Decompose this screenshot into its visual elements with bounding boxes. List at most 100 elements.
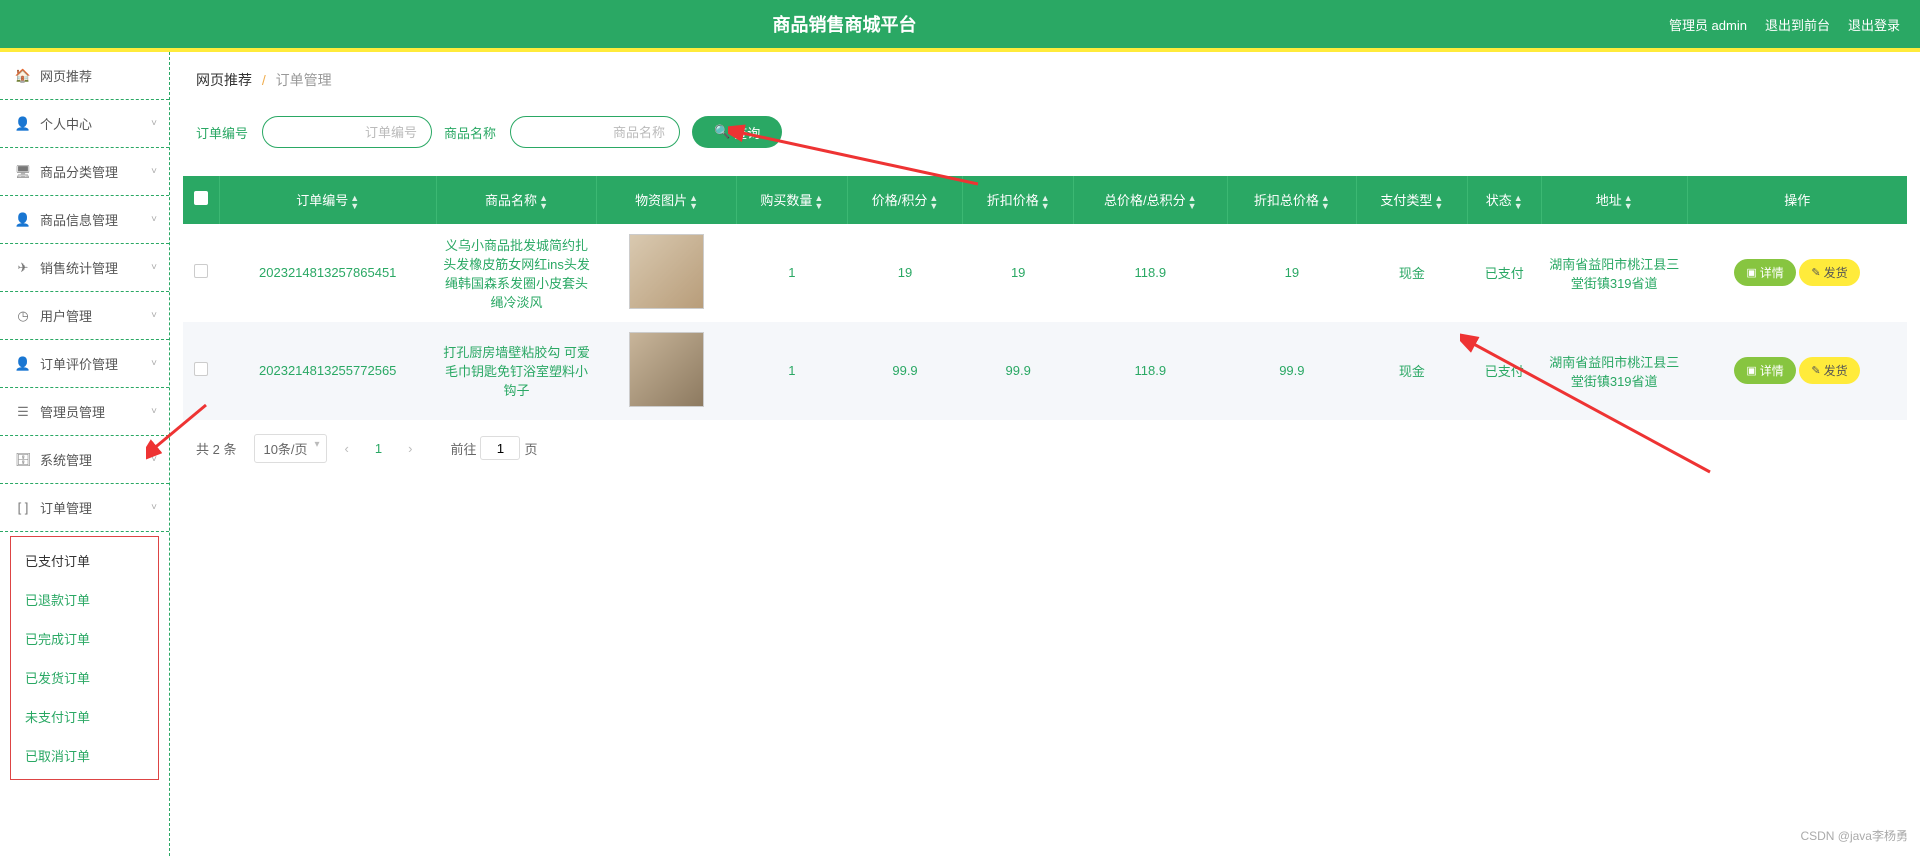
sidebar-item-product-info[interactable]: 👤 商品信息管理 ˅ (0, 196, 169, 244)
th-pay-type[interactable]: 支付类型▲▼ (1357, 176, 1468, 224)
select-all-checkbox[interactable] (194, 191, 208, 205)
send-icon: ✈ (16, 261, 30, 275)
sidebar-item-admins[interactable]: ☰ 管理员管理 ˅ (0, 388, 169, 436)
sidebar-item-stats[interactable]: ✈ 销售统计管理 ˅ (0, 244, 169, 292)
sort-icon: ▲▼ (1188, 194, 1197, 210)
chevron-down-icon: ˅ (151, 262, 157, 273)
goto-prefix: 前往 (450, 439, 476, 458)
submenu-refunded[interactable]: 已退款订单 (11, 580, 158, 619)
brackets-icon: [ ] (16, 501, 30, 515)
cell-discount: 99.9 (963, 322, 1074, 420)
sort-icon: ▲▼ (929, 194, 938, 210)
order-no-input[interactable] (262, 116, 432, 148)
product-name-input[interactable] (510, 116, 680, 148)
header-actions: 管理员 admin 退出到前台 退出登录 (1669, 15, 1900, 34)
sidebar-item-label: 销售统计管理 (40, 258, 118, 277)
sidebar-item-label: 个人中心 (40, 114, 92, 133)
cell-price: 99.9 (847, 322, 963, 420)
th-discount-total[interactable]: 折扣总价格▲▼ (1227, 176, 1356, 224)
sidebar-item-system[interactable]: 🗄 系统管理 ˅ (0, 436, 169, 484)
order-no-label: 订单编号 (196, 123, 248, 142)
cell-name: 义乌小商品批发城简约扎头发橡皮筋女网红ins头发绳韩国森系发圈小皮套头绳冷淡风 (436, 224, 596, 322)
sidebar-item-users[interactable]: ◷ 用户管理 ˅ (0, 292, 169, 340)
sidebar-item-reviews[interactable]: 👤 订单评价管理 ˅ (0, 340, 169, 388)
cell-discount-total: 19 (1227, 224, 1356, 322)
user-minus-icon: 👤 (16, 357, 30, 371)
th-address[interactable]: 地址▲▼ (1541, 176, 1687, 224)
edit-icon: ✎ (1811, 364, 1820, 377)
page-size-select[interactable]: 10条/页 (254, 434, 326, 463)
admin-label[interactable]: 管理员 admin (1669, 15, 1747, 34)
cell-price: 19 (847, 224, 963, 322)
watermark: CSDN @java李杨勇 (1800, 827, 1908, 844)
edit-icon: ✎ (1811, 266, 1820, 279)
sidebar-item-orders[interactable]: [ ] 订单管理 ˅ (0, 484, 169, 532)
cell-discount: 19 (963, 224, 1074, 322)
detail-button[interactable]: ▣详情 (1734, 357, 1795, 384)
breadcrumb-root[interactable]: 网页推荐 (196, 72, 252, 88)
chevron-down-icon: ˅ (151, 502, 157, 513)
row-checkbox[interactable] (194, 264, 208, 278)
query-button-label: 查询 (734, 123, 760, 142)
sidebar-item-category[interactable]: 🖥 商品分类管理 ˅ (0, 148, 169, 196)
cell-order-no: 2023214813257865451 (219, 224, 436, 322)
th-status[interactable]: 状态▲▼ (1467, 176, 1541, 224)
app-title: 商品销售商城平台 (20, 11, 1669, 37)
prev-page-button[interactable]: ‹ (339, 439, 355, 458)
chevron-down-icon: ˅ (151, 406, 157, 417)
th-image[interactable]: 物资图片▲▼ (597, 176, 737, 224)
th-discount[interactable]: 折扣价格▲▼ (963, 176, 1074, 224)
chevron-down-icon: ˅ (151, 310, 157, 321)
submenu-shipped[interactable]: 已发货订单 (11, 658, 158, 697)
ship-button[interactable]: ✎发货 (1799, 357, 1859, 384)
main-content: 网页推荐 / 订单管理 订单编号 🔍 商品名称 🔍 🔍 查询 (170, 52, 1920, 856)
submenu-paid[interactable]: 已支付订单 (11, 541, 158, 580)
orders-submenu: 已支付订单 已退款订单 已完成订单 已发货订单 未支付订单 已取消订单 (10, 536, 159, 780)
cell-status: 已支付 (1467, 322, 1541, 420)
sort-icon: ▲▼ (1321, 194, 1330, 210)
page-number[interactable]: 1 (367, 439, 390, 458)
submenu-completed[interactable]: 已完成订单 (11, 619, 158, 658)
th-total[interactable]: 总价格/总积分▲▼ (1073, 176, 1227, 224)
th-name[interactable]: 商品名称▲▼ (436, 176, 596, 224)
user-icon: 👤 (16, 117, 30, 131)
product-image (629, 234, 704, 309)
goto-suffix: 页 (524, 439, 537, 458)
sidebar-item-label: 商品分类管理 (40, 162, 118, 181)
sort-icon: ▲▼ (1624, 194, 1633, 210)
logout-link[interactable]: 退出登录 (1848, 15, 1900, 34)
th-price[interactable]: 价格/积分▲▼ (847, 176, 963, 224)
product-name-label: 商品名称 (444, 123, 496, 142)
row-checkbox[interactable] (194, 362, 208, 376)
sort-icon: ▲▼ (1041, 194, 1050, 210)
cell-qty: 1 (737, 322, 848, 420)
cell-qty: 1 (737, 224, 848, 322)
sidebar-item-label: 管理员管理 (40, 402, 105, 421)
goto-page-input[interactable] (480, 436, 520, 460)
th-order-no[interactable]: 订单编号▲▼ (219, 176, 436, 224)
user-icon: 👤 (16, 213, 30, 227)
cell-name: 打孔厨房墙壁粘胶勾 可爱毛巾钥匙免钉浴室塑料小钩子 (436, 322, 596, 420)
next-page-button[interactable]: › (402, 439, 418, 458)
sort-icon: ▲▼ (539, 194, 548, 210)
sidebar-item-profile[interactable]: 👤 个人中心 ˅ (0, 100, 169, 148)
sidebar-item-label: 订单管理 (40, 498, 92, 517)
clock-icon: ◷ (16, 309, 30, 323)
to-front-link[interactable]: 退出到前台 (1765, 15, 1830, 34)
home-icon: 🏠 (16, 69, 30, 83)
sort-icon: ▲▼ (689, 194, 698, 210)
th-qty[interactable]: 购买数量▲▼ (737, 176, 848, 224)
chevron-down-icon: ˅ (151, 358, 157, 369)
sort-icon: ▲▼ (350, 194, 359, 210)
sidebar-item-recommend[interactable]: 🏠 网页推荐 (0, 52, 169, 100)
sidebar-item-label: 商品信息管理 (40, 210, 118, 229)
submenu-cancelled[interactable]: 已取消订单 (11, 736, 158, 775)
submenu-unpaid[interactable]: 未支付订单 (11, 697, 158, 736)
db-icon: 🗄 (16, 453, 30, 467)
orders-table: 订单编号▲▼ 商品名称▲▼ 物资图片▲▼ 购买数量▲▼ 价格/积分▲▼ 折扣价格… (183, 176, 1907, 420)
ship-button[interactable]: ✎发货 (1799, 259, 1859, 286)
sort-icon: ▲▼ (814, 194, 823, 210)
cell-pay-type: 现金 (1357, 322, 1468, 420)
query-button[interactable]: 🔍 查询 (692, 116, 782, 148)
detail-button[interactable]: ▣详情 (1734, 259, 1795, 286)
